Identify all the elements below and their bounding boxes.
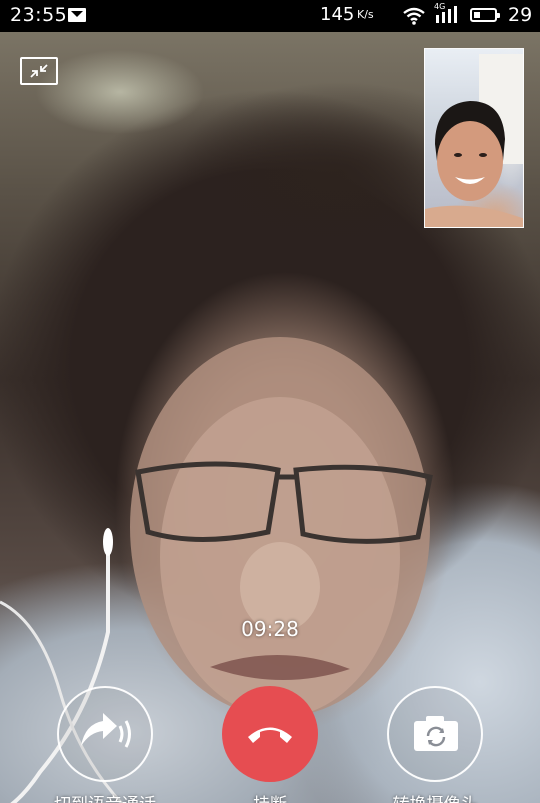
voice-call-icon xyxy=(81,713,131,748)
hangup-button[interactable] xyxy=(222,686,318,782)
network-speed: 145 xyxy=(320,4,355,25)
self-preview[interactable] xyxy=(424,48,524,228)
status-bar: 23:55 145 K/s 4G 29 xyxy=(0,0,540,32)
video-call-screen: 23:55 145 K/s 4G 29 09:28 xyxy=(0,0,540,803)
call-timer: 09:28 xyxy=(241,617,299,641)
switch-to-voice-button[interactable] xyxy=(57,686,153,782)
message-icon xyxy=(68,8,86,22)
wifi-icon xyxy=(403,7,425,25)
switch-camera-icon xyxy=(414,716,458,751)
battery-fill xyxy=(474,12,480,18)
battery-level: 29 xyxy=(508,4,533,26)
network-speed-unit: K/s xyxy=(357,8,374,21)
self-preview-face xyxy=(425,54,523,227)
hangup-phone-icon xyxy=(248,727,292,743)
minimize-icon xyxy=(30,64,48,78)
minimize-button[interactable] xyxy=(20,57,58,85)
battery-icon xyxy=(470,8,500,22)
switch-camera-button[interactable] xyxy=(387,686,483,782)
signal-icon xyxy=(436,6,457,23)
status-time: 23:55 xyxy=(10,4,68,26)
switch-camera-label: 转换摄像头 xyxy=(335,790,535,803)
